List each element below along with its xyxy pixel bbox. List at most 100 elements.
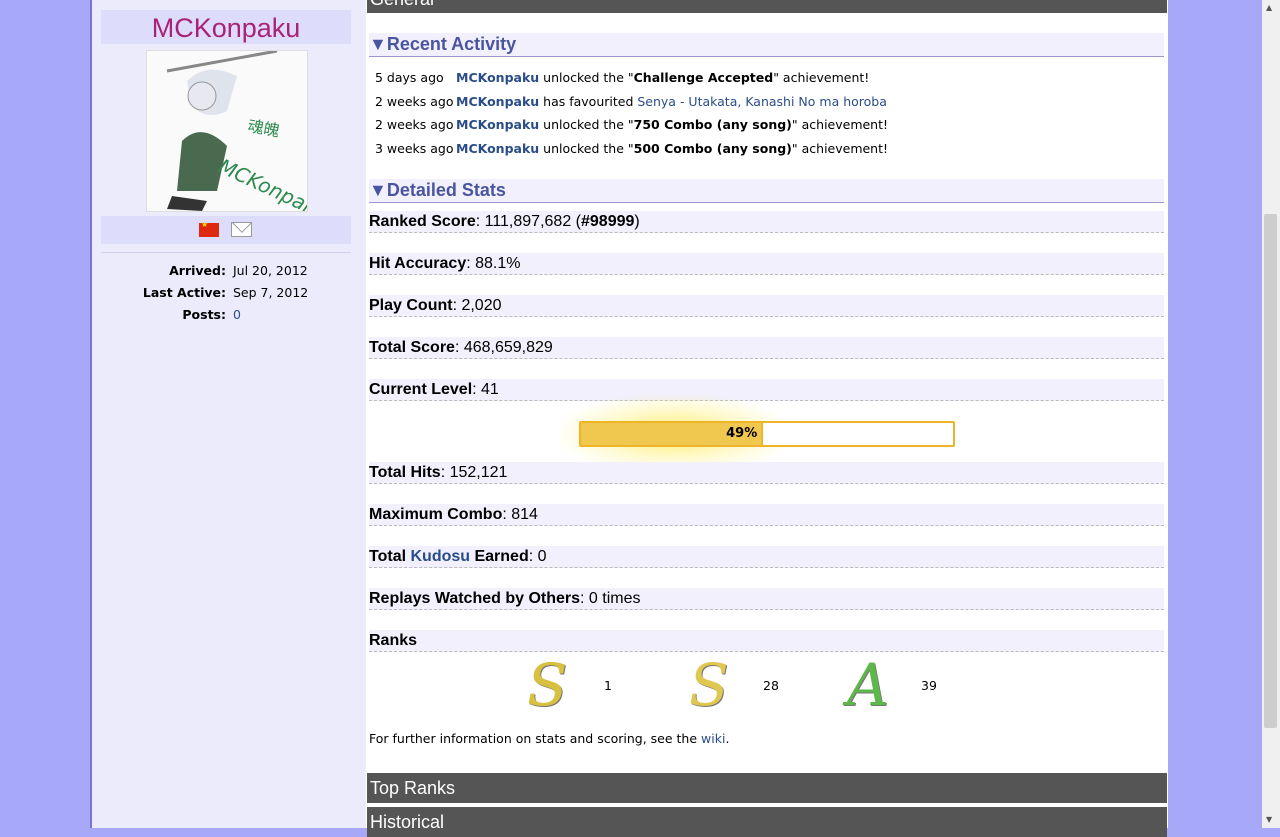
mail-icon[interactable] (231, 222, 252, 237)
recent-activity-header[interactable]: ▼Recent Activity (369, 33, 1164, 57)
avatar[interactable]: 魂魄 MCKonpaku (146, 50, 308, 212)
stat-value: 41 (481, 381, 499, 398)
info-value: Sep 7, 2012 (233, 285, 309, 300)
stats-footnote: For further information on stats and sco… (369, 731, 729, 746)
beatmap-link[interactable]: Senya - Utakata, Kanashi No ma horoba (637, 94, 887, 109)
level-progress-fill: 49% (581, 423, 764, 445)
stat-label: Total Hits (369, 464, 441, 481)
achievement-name: 500 Combo (any song) (633, 141, 792, 156)
stat-label: Hit Accuracy (369, 255, 467, 272)
stat-total-score: Total Score: 468,659,829 (369, 337, 1164, 359)
scroll-thumb[interactable] (1264, 214, 1277, 728)
stat-label: Total (369, 548, 411, 565)
info-posts: Posts: 0 (92, 305, 366, 325)
activity-time: 5 days ago (375, 70, 444, 85)
activity-text: " achievement! (791, 141, 889, 156)
scroll-up-icon[interactable]: ▲ (1266, 3, 1272, 12)
detailed-stats-header[interactable]: ▼Detailed Stats (369, 179, 1164, 203)
page-scrollbar[interactable]: ▲ ▼ (1262, 0, 1280, 828)
top-ranks-header[interactable]: Top Ranks (367, 773, 1167, 803)
info-last-active: Last Active: Sep 7, 2012 (92, 283, 366, 303)
stat-value: 468,659,829 (463, 339, 553, 356)
stat-value: 111,897,682 (484, 213, 572, 230)
general-header-label: General (370, 0, 434, 9)
wiki-link[interactable]: wiki (701, 731, 725, 746)
stat-ranked-score: Ranked Score: 111,897,682 (#98999) (369, 211, 1164, 233)
rank-a-count: 39 (921, 678, 937, 693)
activity-item: 2 weeks ago MCKonpaku has favourited Seny… (375, 92, 887, 112)
stat-label: Replays Watched by Others (369, 590, 581, 607)
info-label: Arrived: (169, 263, 226, 278)
stat-value: 814 (511, 506, 538, 523)
stat-label: Ranks (369, 632, 418, 649)
activity-text: unlocked the " (539, 117, 634, 132)
stat-play-count: Play Count: 2,020 (369, 295, 1164, 317)
stat-label: Maximum Combo (369, 506, 503, 523)
stat-total-hits: Total Hits: 152,121 (369, 462, 1164, 484)
main-content: General ▼Recent Activity 5 days ago MCKon… (367, 0, 1167, 837)
rank-ss-count: 1 (604, 678, 612, 693)
username: MCKonpaku (151, 13, 301, 43)
activity-text: unlocked the " (539, 70, 634, 85)
activity-time: 2 weeks ago (375, 94, 454, 109)
profile-sidebar: MCKonpaku 魂魄 MCKonpaku Arrived: Jul 20, … (92, 0, 366, 828)
activity-item: 5 days ago MCKonpaku unlocked the "Challe… (375, 68, 869, 88)
activity-text: " achievement! (773, 70, 870, 85)
general-header[interactable]: General (367, 0, 1167, 13)
activity-item: 2 weeks ago MCKonpaku unlocked the "750 C… (375, 115, 888, 135)
level-progress-bar: 49% (579, 421, 955, 447)
stat-value: 152,121 (449, 464, 508, 481)
stat-label: Total Score (369, 339, 455, 356)
activity-text: has favourited (539, 94, 638, 109)
stat-label: Ranked Score (369, 213, 476, 230)
sidebar-divider (101, 252, 351, 253)
recent-activity-title: ▼Recent Activity (369, 34, 517, 54)
avatar-artwork: 魂魄 MCKonpaku (147, 51, 307, 211)
info-arrived: Arrived: Jul 20, 2012 (92, 261, 366, 281)
footnote-text: . (725, 731, 730, 746)
profile-icons-row (101, 216, 351, 244)
stat-max-combo: Maximum Combo: 814 (369, 504, 1164, 526)
activity-item: 3 weeks ago MCKonpaku unlocked the "500 C… (375, 139, 888, 159)
activity-text: unlocked the " (539, 141, 634, 156)
info-label: Posts: (182, 307, 226, 322)
stat-ranks: Ranks (369, 630, 1164, 652)
stat-replays: Replays Watched by Others: 0 times (369, 588, 1164, 610)
activity-user-link[interactable]: MCKonpaku (456, 70, 539, 85)
level-progress-label: 49% (726, 426, 758, 441)
stat-value: 0 times (588, 590, 641, 607)
stat-value: 0 (537, 548, 547, 565)
detailed-stats-title: ▼Detailed Stats (369, 180, 506, 200)
stat-value: 88.1% (475, 255, 521, 272)
activity-user-link[interactable]: MCKonpaku (456, 94, 539, 109)
stat-kudosu: Total Kudosu Earned: 0 (369, 546, 1164, 568)
info-value: Jul 20, 2012 (233, 263, 308, 278)
footnote-text: For further information on stats and sco… (369, 731, 702, 746)
achievement-name: Challenge Accepted (633, 70, 774, 85)
achievement-name: 750 Combo (any song) (633, 117, 792, 132)
china-flag-icon (199, 220, 219, 237)
stat-value: 2,020 (461, 297, 502, 314)
rank-s-count: 28 (763, 678, 779, 693)
username-box: MCKonpaku (101, 10, 351, 44)
historical-label: Historical (370, 812, 445, 832)
historical-header[interactable]: Historical (367, 807, 1167, 837)
global-rank: #98999 (581, 213, 635, 230)
activity-time: 3 weeks ago (375, 141, 454, 156)
activity-user-link[interactable]: MCKonpaku (456, 117, 539, 132)
activity-time: 2 weeks ago (375, 117, 454, 132)
stat-label: Earned (470, 548, 529, 565)
activity-user-link[interactable]: MCKonpaku (456, 141, 539, 156)
rank-ss-icon: SS (527, 651, 576, 719)
top-ranks-label: Top Ranks (370, 778, 456, 798)
posts-count-link[interactable]: 0 (233, 305, 241, 325)
stat-hit-accuracy: Hit Accuracy: 88.1% (369, 253, 1164, 275)
stat-label: Play Count (369, 297, 453, 314)
scroll-down-icon[interactable]: ▼ (1266, 815, 1272, 824)
stat-label: Current Level (369, 381, 473, 398)
info-label: Last Active: (142, 285, 226, 300)
rank-s-icon: S (689, 651, 729, 719)
rank-a-icon: A (847, 651, 889, 719)
kudosu-link[interactable]: Kudosu (410, 548, 470, 565)
activity-text: " achievement! (791, 117, 889, 132)
